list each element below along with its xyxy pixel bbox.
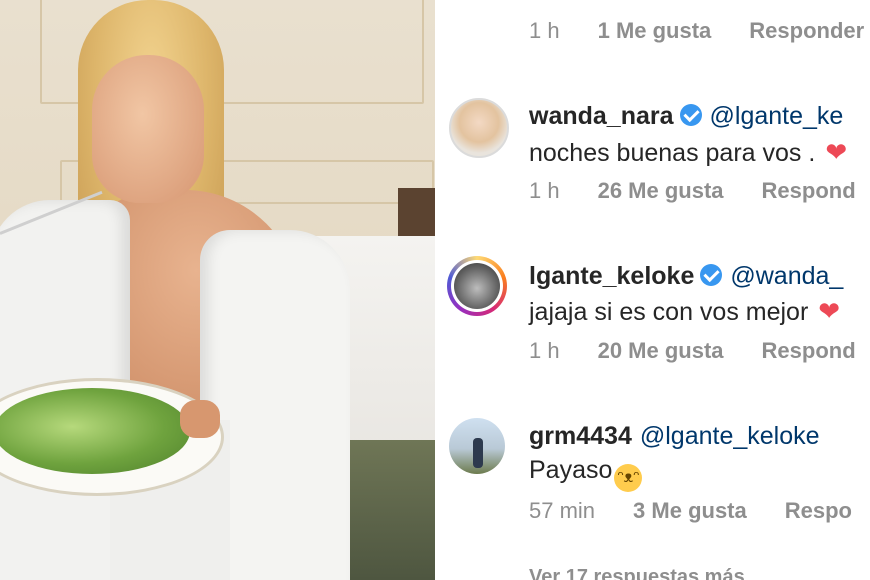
- comment-text: Payaso: [529, 456, 613, 484]
- comment-body: noches buenas para vos . ❤: [529, 137, 847, 168]
- username[interactable]: grm4434: [529, 422, 632, 450]
- comment-body: jajaja si es con vos mejor ❤: [529, 296, 840, 327]
- reply-button[interactable]: Responder: [749, 18, 864, 43]
- comment-meta-row: 57 min 3 Me gusta Respo: [529, 498, 870, 524]
- hand: [180, 400, 220, 438]
- comment-header: grm4434 @lgante_keloke: [529, 422, 820, 451]
- comment-likes[interactable]: 1 Me gusta: [598, 18, 712, 43]
- comment-meta-row: 1 h 20 Me gusta Respond: [529, 338, 870, 364]
- comments-panel: 1 h 1 Me gusta Responder wanda_nara @lgante…: [435, 0, 870, 580]
- post-photo: [0, 0, 435, 580]
- comment-time: 1 h: [529, 18, 560, 43]
- reply-button[interactable]: Respo: [785, 498, 852, 523]
- reply-button[interactable]: Respond: [762, 178, 856, 203]
- comment-text: noches buenas para vos .: [529, 139, 816, 167]
- comment-time: 57 min: [529, 498, 596, 523]
- view-more-replies[interactable]: Ver 17 respuestas más: [529, 566, 745, 580]
- comment-likes[interactable]: 3 Me gusta: [633, 498, 747, 523]
- comment-body: Payaso ᵔᴥᵔ: [529, 456, 643, 492]
- mention-link[interactable]: @lgante_keloke: [640, 422, 820, 450]
- comment-likes[interactable]: 26 Me gusta: [598, 178, 724, 203]
- comment-header: wanda_nara @lgante_ke: [529, 102, 843, 131]
- avatar[interactable]: [449, 418, 505, 474]
- comment-time: 1 h: [529, 178, 560, 203]
- comment-meta-row: 1 h 26 Me gusta Respond: [529, 178, 870, 204]
- comment-header: lgante_keloke @wanda_: [529, 262, 843, 291]
- comment-time: 1 h: [529, 338, 560, 363]
- comment-text: jajaja si es con vos mejor: [529, 298, 809, 326]
- salad: [0, 388, 190, 474]
- comment-meta-row: 1 h 1 Me gusta Responder: [529, 18, 870, 44]
- reply-button[interactable]: Respond: [762, 338, 856, 363]
- username[interactable]: wanda_nara: [529, 102, 674, 130]
- heart-icon: ❤: [825, 137, 848, 167]
- mention-link[interactable]: @lgante_ke: [710, 102, 844, 130]
- face: [92, 55, 204, 203]
- mention-link[interactable]: @wanda_: [730, 262, 843, 290]
- nightstand: [398, 188, 435, 240]
- avatar[interactable]: [447, 256, 507, 316]
- username[interactable]: lgante_keloke: [529, 262, 694, 290]
- laugh-emoji-icon: ᵔᴥᵔ: [614, 464, 643, 492]
- avatar[interactable]: [449, 98, 509, 158]
- verified-badge-icon: [700, 264, 723, 286]
- heart-icon: ❤: [818, 296, 841, 326]
- comment-likes[interactable]: 20 Me gusta: [598, 338, 724, 363]
- verified-badge-icon: [679, 104, 702, 126]
